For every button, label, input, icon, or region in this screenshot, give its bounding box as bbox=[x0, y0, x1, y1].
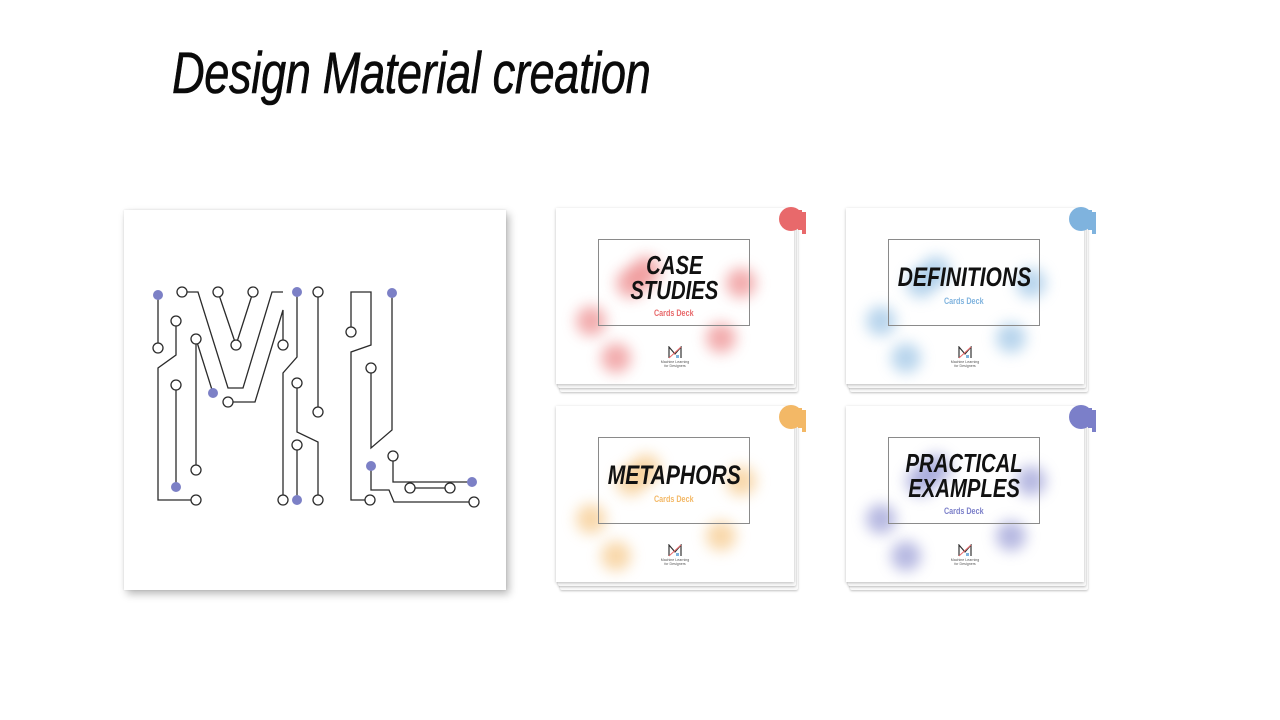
circuit-node-open bbox=[170, 379, 182, 391]
logo-text-line-2: for Designers bbox=[664, 562, 686, 566]
circuit-node-filled bbox=[387, 288, 397, 298]
deck-cover[interactable]: CASE STUDIES Cards Deck Machine Learning… bbox=[556, 208, 794, 384]
circuit-node-open bbox=[277, 494, 289, 506]
deck-subtitle: Cards Deck bbox=[944, 296, 984, 307]
circuit-node-open bbox=[222, 396, 234, 408]
ml4d-logo: Machine Learning for Designers bbox=[655, 346, 695, 368]
deck-definitions: DEFINITIONS Cards Deck Machine Learning … bbox=[846, 207, 1096, 394]
deck-title-line-1: CASE bbox=[645, 249, 703, 280]
title-frame: DEFINITIONS Cards Deck bbox=[888, 239, 1040, 326]
deck-title-line-2: STUDIES bbox=[630, 274, 718, 305]
circuit-node-open bbox=[190, 464, 202, 476]
color-tab-icon bbox=[779, 405, 806, 432]
deck-title: PRACTICAL EXAMPLES bbox=[905, 447, 1023, 503]
ml4d-logo-icon bbox=[958, 346, 972, 359]
logo-text-line-2: for Designers bbox=[664, 364, 686, 368]
circuit-node-open bbox=[404, 482, 416, 494]
circuit-node-open bbox=[312, 286, 324, 298]
circuit-node-open bbox=[190, 333, 202, 345]
circuit-node-open bbox=[291, 439, 303, 451]
circuit-node-open bbox=[212, 286, 224, 298]
logo-text: Machine Learning for Designers bbox=[655, 360, 695, 368]
circuit-node-open bbox=[468, 496, 480, 508]
deck-title: CASE STUDIES bbox=[630, 249, 718, 305]
circuit-trace bbox=[370, 466, 474, 503]
circuit-node-open bbox=[190, 494, 202, 506]
circuit-node-open bbox=[247, 286, 259, 298]
ml4d-logo: Machine Learning for Designers bbox=[945, 544, 985, 566]
circuit-node-filled bbox=[292, 495, 302, 505]
ml4d-logo-icon bbox=[668, 346, 682, 359]
deck-title-line-1: METAPHORS bbox=[607, 459, 741, 490]
blurred-dot bbox=[996, 323, 1026, 353]
circuit-node-open bbox=[364, 494, 376, 506]
circuit-node-open bbox=[345, 326, 357, 338]
deck-cover[interactable]: METAPHORS Cards Deck Machine Learning fo… bbox=[556, 406, 794, 582]
circuit-node-open bbox=[277, 339, 289, 351]
deck-cover[interactable]: PRACTICAL EXAMPLES Cards Deck Machine Le… bbox=[846, 406, 1084, 582]
circuit-trace bbox=[195, 338, 214, 394]
logo-text: Machine Learning for Designers bbox=[945, 360, 985, 368]
circuit-trace bbox=[217, 291, 254, 348]
logo-text: Machine Learning for Designers bbox=[655, 558, 695, 566]
deck-cover[interactable]: DEFINITIONS Cards Deck Machine Learning … bbox=[846, 208, 1084, 384]
ml4d-logo: Machine Learning for Designers bbox=[945, 346, 985, 368]
circuit-node-open bbox=[291, 377, 303, 389]
color-tab-icon bbox=[1069, 207, 1096, 234]
deck-subtitle: Cards Deck bbox=[654, 308, 694, 319]
deck-title-line-1: PRACTICAL bbox=[905, 447, 1023, 478]
logo-text-line-2: for Designers bbox=[954, 562, 976, 566]
deck-title: DEFINITIONS bbox=[897, 261, 1031, 292]
logo-text-line-2: for Designers bbox=[954, 364, 976, 368]
logo-text: Machine Learning for Designers bbox=[945, 558, 985, 566]
title-frame: METAPHORS Cards Deck bbox=[598, 437, 750, 524]
ml-circuit-graphic bbox=[152, 286, 480, 508]
ml4d-logo-icon bbox=[958, 544, 972, 557]
circuit-node-filled bbox=[366, 461, 376, 471]
deck-case-studies: CASE STUDIES Cards Deck Machine Learning… bbox=[556, 207, 806, 394]
ml-circuit-artwork bbox=[124, 210, 506, 590]
title-frame: CASE STUDIES Cards Deck bbox=[598, 239, 750, 326]
blurred-dot bbox=[601, 541, 631, 571]
deck-subtitle: Cards Deck bbox=[654, 494, 694, 505]
ml4d-logo-icon bbox=[668, 544, 682, 557]
deck-title-line-1: DEFINITIONS bbox=[897, 261, 1031, 292]
blurred-dot bbox=[891, 541, 921, 571]
circuit-node-filled bbox=[171, 482, 181, 492]
color-tab-icon bbox=[1069, 405, 1096, 432]
deck-subtitle: Cards Deck bbox=[944, 506, 984, 517]
ml4d-logo: Machine Learning for Designers bbox=[655, 544, 695, 566]
deck-title-line-2: EXAMPLES bbox=[908, 472, 1020, 503]
circuit-node-filled bbox=[208, 388, 218, 398]
circuit-trace bbox=[157, 321, 196, 501]
title-frame: PRACTICAL EXAMPLES Cards Deck bbox=[888, 437, 1040, 524]
deck-practical-examples: PRACTICAL EXAMPLES Cards Deck Machine Le… bbox=[846, 405, 1096, 592]
circuit-node-filled bbox=[153, 290, 163, 300]
blurred-dot bbox=[706, 323, 736, 353]
circuit-node-filled bbox=[467, 477, 477, 487]
circuit-node-open bbox=[176, 286, 188, 298]
circuit-trace bbox=[282, 292, 298, 500]
deck-metaphors: METAPHORS Cards Deck Machine Learning fo… bbox=[556, 405, 806, 592]
circuit-node-open bbox=[444, 482, 456, 494]
deck-title: METAPHORS bbox=[607, 459, 741, 490]
color-tab-icon bbox=[779, 207, 806, 234]
circuit-node-open bbox=[230, 339, 242, 351]
circuit-node-open bbox=[365, 362, 377, 374]
blurred-dot bbox=[706, 521, 736, 551]
blurred-dot bbox=[996, 521, 1026, 551]
blurred-dot bbox=[891, 343, 921, 373]
circuit-node-open bbox=[152, 342, 164, 354]
circuit-node-open bbox=[387, 450, 399, 462]
slide-title: Design Material creation bbox=[172, 41, 651, 107]
circuit-node-open bbox=[312, 406, 324, 418]
circuit-node-open bbox=[312, 494, 324, 506]
blurred-dot bbox=[601, 343, 631, 373]
circuit-node-filled bbox=[292, 287, 302, 297]
circuit-node-open bbox=[170, 315, 182, 327]
circuit-trace bbox=[392, 456, 472, 483]
